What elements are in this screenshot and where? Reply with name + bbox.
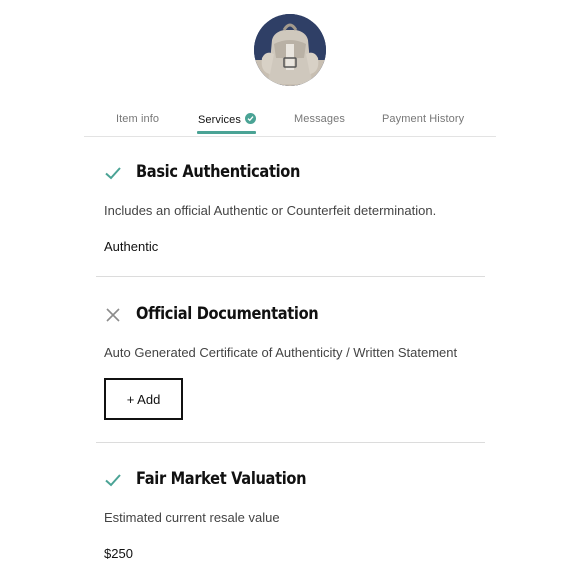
tab-label: Payment History — [382, 113, 465, 125]
check-icon — [105, 474, 121, 487]
active-tab-indicator — [197, 131, 256, 134]
divider — [96, 442, 485, 443]
tab-bar: Item info Services Messages Payment Hist… — [84, 104, 496, 137]
tab-services[interactable]: Services — [198, 113, 256, 126]
item-avatar — [254, 14, 326, 86]
tab-item-info[interactable]: Item info — [116, 113, 159, 125]
service-result: $250 — [104, 546, 133, 561]
add-documentation-button[interactable]: + Add — [104, 378, 183, 420]
service-title: Official Documentation — [136, 304, 319, 324]
tab-payment-history[interactable]: Payment History — [382, 113, 464, 125]
close-icon — [106, 308, 120, 322]
service-title: Fair Market Valuation — [136, 469, 307, 489]
service-result: Authentic — [104, 239, 159, 254]
service-description: Estimated current resale value — [104, 510, 280, 525]
bag-image — [254, 14, 326, 86]
tab-messages[interactable]: Messages — [294, 113, 345, 125]
tab-label: Messages — [294, 113, 345, 125]
check-icon — [244, 113, 256, 124]
service-description: Includes an official Authentic or Counte… — [104, 203, 437, 218]
tab-label: Services — [198, 114, 241, 126]
divider — [96, 276, 485, 277]
tab-label: Item info — [116, 113, 160, 125]
service-title: Basic Authentication — [136, 162, 301, 182]
service-description: Auto Generated Certificate of Authentici… — [104, 345, 458, 360]
check-icon — [105, 167, 121, 180]
